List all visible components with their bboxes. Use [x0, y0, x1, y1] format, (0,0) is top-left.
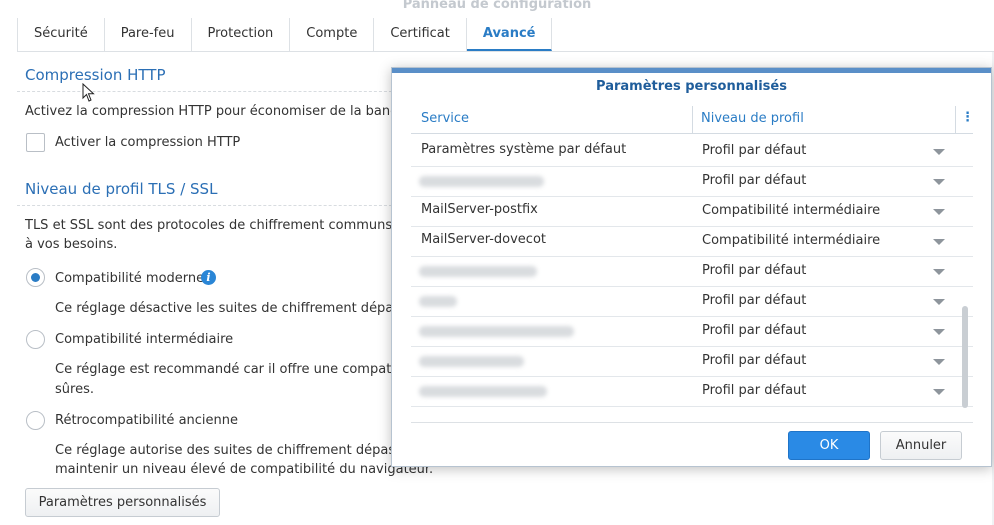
- service-list: Paramètres système par défaut Profil par…: [411, 137, 973, 407]
- table-row[interactable]: Profil par défaut: [411, 257, 973, 287]
- radio-intermediate-compatibility[interactable]: [26, 330, 45, 349]
- profile-level[interactable]: Profil par défaut: [702, 323, 806, 338]
- column-header-service[interactable]: Service: [421, 111, 469, 126]
- table-row[interactable]: Profil par défaut: [411, 347, 973, 377]
- table-row[interactable]: Profil par défaut: [411, 317, 973, 347]
- dialog-accent-bar: [392, 68, 991, 73]
- chevron-down-icon[interactable]: [933, 179, 945, 185]
- radio-modern-compatibility[interactable]: [26, 268, 45, 287]
- table-row[interactable]: MailServer-dovecot Compatibilité intermé…: [411, 227, 973, 257]
- redacted-service-name: [419, 296, 457, 307]
- tab-avance[interactable]: Avancé: [466, 18, 553, 51]
- radio-intermediate-label: Compatibilité intermédiaire: [55, 332, 234, 347]
- table-row[interactable]: Profil par défaut: [411, 377, 973, 407]
- tab-compte[interactable]: Compte: [290, 18, 375, 51]
- mouse-pointer-icon: [82, 83, 95, 102]
- window-title: Panneau de configuration: [402, 0, 592, 12]
- dialog-footer-divider: [411, 422, 973, 423]
- redacted-service-name: [419, 356, 524, 367]
- column-header-level[interactable]: Niveau de profil: [701, 111, 804, 126]
- tabs-divider: [17, 51, 994, 52]
- service-name: MailServer-dovecot: [421, 232, 546, 247]
- tab-certificat[interactable]: Certificat: [374, 18, 467, 51]
- profile-level[interactable]: Compatibilité intermédiaire: [702, 233, 880, 248]
- ok-button[interactable]: OK: [788, 431, 870, 460]
- chevron-down-icon[interactable]: [933, 209, 945, 215]
- http-compression-description: Activez la compression HTTP pour économi…: [25, 104, 407, 119]
- cancel-button[interactable]: Annuler: [880, 431, 962, 460]
- chevron-down-icon[interactable]: [933, 389, 945, 395]
- chevron-down-icon[interactable]: [933, 269, 945, 275]
- table-row[interactable]: MailServer-postfix Compatibilité intermé…: [411, 197, 973, 227]
- profile-level[interactable]: Profil par défaut: [702, 293, 806, 308]
- chevron-down-icon[interactable]: [933, 149, 945, 155]
- column-divider: [692, 106, 693, 133]
- http-compression-checkbox[interactable]: [26, 133, 45, 152]
- service-name: Paramètres système par défaut: [421, 142, 627, 157]
- redacted-service-name: [419, 386, 547, 397]
- tab-pare-feu[interactable]: Pare-feu: [105, 18, 192, 51]
- profile-level[interactable]: Profil par défaut: [702, 173, 806, 188]
- redacted-service-name: [419, 176, 544, 187]
- custom-settings-button[interactable]: Paramètres personnalisés: [25, 488, 220, 517]
- legacy-description-line2: maintenir un niveau élevé de compatibili…: [55, 462, 434, 477]
- column-divider: [955, 106, 956, 133]
- intermediate-description: Ce réglage est recommandé car il offre u…: [55, 362, 407, 377]
- http-compression-label: Activer la compression HTTP: [55, 135, 241, 150]
- section-divider: [17, 205, 397, 206]
- info-icon[interactable]: i: [201, 270, 216, 285]
- radio-modern-label: Compatibilité moderne: [55, 271, 205, 286]
- tls-description-line2: à vos besoins.: [25, 237, 118, 252]
- chevron-down-icon[interactable]: [933, 239, 945, 245]
- modern-description: Ce réglage désactive les suites de chiff…: [55, 301, 407, 316]
- tls-profile-title: Niveau de profil TLS / SSL: [25, 180, 218, 198]
- table-row[interactable]: Profil par défaut: [411, 287, 973, 317]
- dialog-title: Paramètres personnalisés: [596, 79, 787, 94]
- column-menu-icon[interactable]: ⋮: [961, 110, 974, 125]
- tls-description: TLS et SSL sont des protocoles de chiffr…: [25, 218, 405, 233]
- tab-protection[interactable]: Protection: [192, 18, 291, 51]
- table-row[interactable]: Profil par défaut: [411, 167, 973, 197]
- profile-level[interactable]: Profil par défaut: [702, 143, 806, 158]
- grid-header: Service Niveau de profil ⋮: [411, 106, 974, 134]
- radio-legacy-label: Rétrocompatibilité ancienne: [55, 413, 239, 428]
- legacy-description: Ce réglage autorise des suites de chiffr…: [55, 443, 402, 458]
- section-divider: [17, 91, 397, 92]
- redacted-service-name: [419, 326, 574, 337]
- table-row[interactable]: Paramètres système par défaut Profil par…: [411, 137, 973, 167]
- tab-bar: Sécurité Pare-feu Protection Compte Cert…: [17, 18, 553, 52]
- profile-level[interactable]: Profil par défaut: [702, 353, 806, 368]
- profile-level[interactable]: Compatibilité intermédiaire: [702, 203, 880, 218]
- redacted-service-name: [419, 266, 537, 277]
- http-compression-title: Compression HTTP: [25, 66, 166, 84]
- list-scrollbar[interactable]: [962, 306, 968, 408]
- chevron-down-icon[interactable]: [933, 329, 945, 335]
- chevron-down-icon[interactable]: [933, 299, 945, 305]
- service-name: MailServer-postfix: [421, 202, 538, 217]
- custom-settings-dialog: Paramètres personnalisés Service Niveau …: [391, 67, 992, 467]
- intermediate-description-line2: sûres.: [55, 382, 94, 397]
- profile-level[interactable]: Profil par défaut: [702, 383, 806, 398]
- chevron-down-icon[interactable]: [933, 359, 945, 365]
- profile-level[interactable]: Profil par défaut: [702, 263, 806, 278]
- tab-securite[interactable]: Sécurité: [18, 18, 105, 51]
- radio-legacy-compatibility[interactable]: [26, 411, 45, 430]
